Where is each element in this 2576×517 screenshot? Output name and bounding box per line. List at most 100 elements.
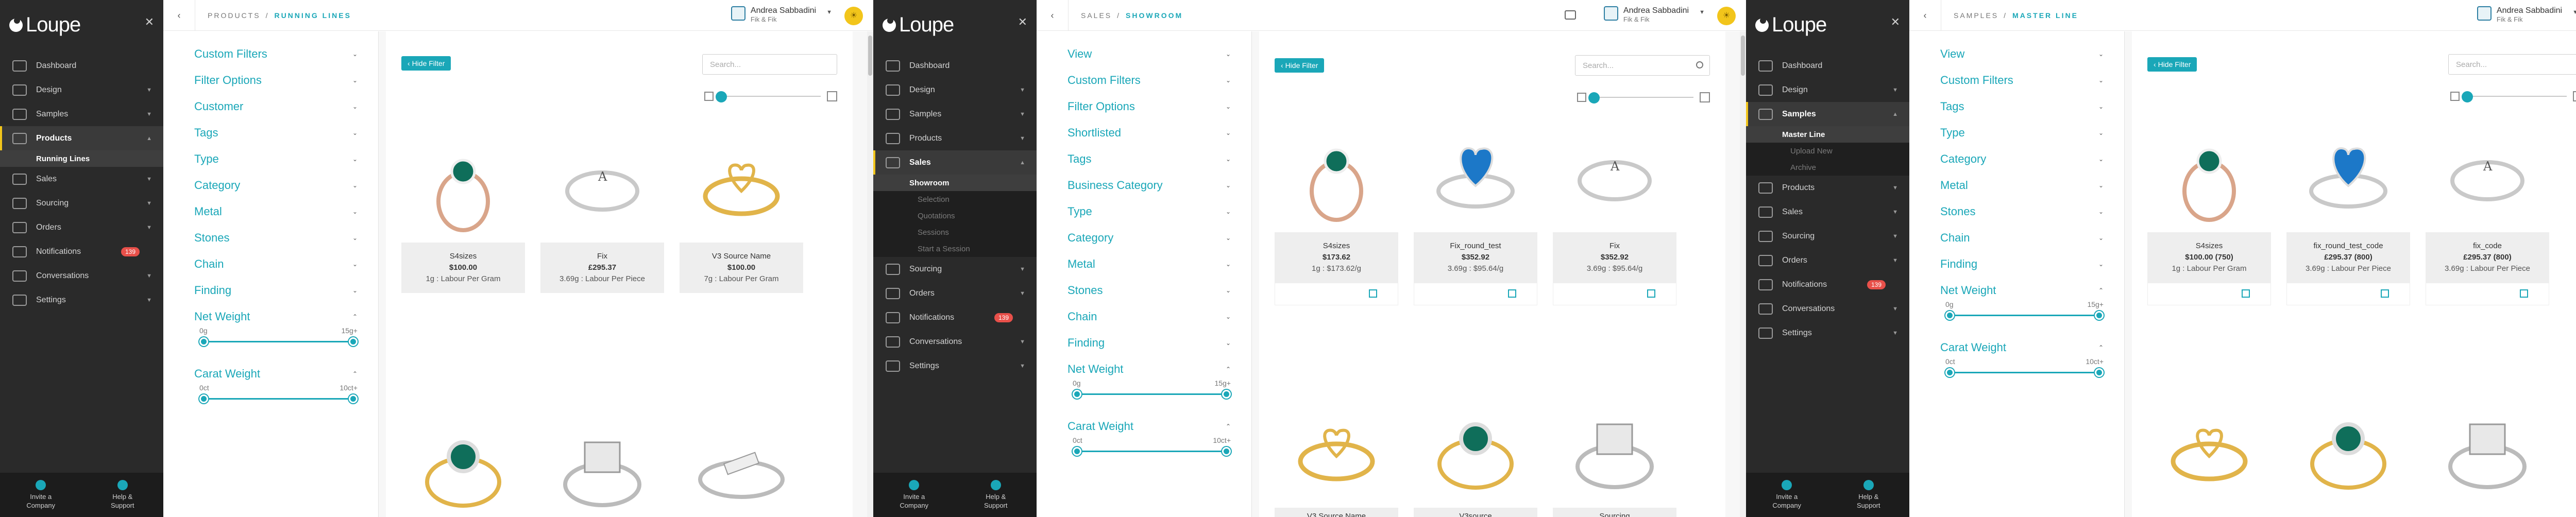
filter-stones[interactable]: Stones ⌄ [1067, 277, 1251, 303]
filter-net-weight[interactable]: Net Weight ⌃ [1067, 356, 1251, 382]
filter-stones[interactable]: Stones ⌄ [1940, 198, 2124, 225]
product-card[interactable] [540, 412, 664, 517]
zoom-slider[interactable] [1577, 92, 1710, 104]
breadcrumb-root[interactable]: SALES [1081, 11, 1112, 20]
grid-view-icon[interactable] [2573, 91, 2576, 101]
slider-max-handle[interactable] [2095, 368, 2104, 377]
zoom-handle[interactable] [716, 91, 727, 102]
filter-tags[interactable]: Tags ⌄ [1067, 146, 1251, 172]
scrollbar-thumb[interactable] [1741, 36, 1745, 76]
net-weight-slider[interactable]: 0g 15g+ [199, 326, 358, 350]
close-icon[interactable]: ✕ [1891, 15, 1900, 29]
shortlist-checkbox[interactable] [1508, 289, 1516, 298]
filter-custom-filters[interactable]: Custom Filters ⌄ [194, 41, 378, 67]
filter-view[interactable]: View ⌄ [1940, 41, 2124, 67]
sidebar-item-conversations[interactable]: Conversations ▼ [1746, 297, 1909, 321]
slider-max-handle[interactable] [2095, 311, 2104, 320]
select-checkbox[interactable] [2381, 289, 2389, 298]
breadcrumb-root[interactable]: PRODUCTS [208, 11, 261, 20]
search-input[interactable]: Search... [2448, 54, 2576, 75]
filter-tags[interactable]: Tags ⌄ [1940, 93, 2124, 119]
filter-net-weight[interactable]: Net Weight ⌃ [194, 303, 378, 330]
sidebar-item-notifications[interactable]: Notifications 139 [1746, 272, 1909, 297]
filter-metal[interactable]: Metal ⌄ [194, 198, 378, 225]
filter-type[interactable]: Type ⌄ [1940, 119, 2124, 146]
back-arrow-icon[interactable]: ‹ [163, 0, 195, 31]
product-card[interactable] [2147, 394, 2271, 508]
sidebar-item-products[interactable]: Products ▲ [0, 126, 163, 150]
close-icon[interactable]: ✕ [145, 15, 154, 29]
product-card[interactable] [680, 412, 803, 517]
product-card[interactable]: Sourcing [1553, 394, 1676, 517]
product-card[interactable]: S4sizes $173.62 1g : $173.62/g [1275, 119, 1398, 305]
filter-carat-weight[interactable]: Carat Weight ⌃ [1940, 334, 2124, 360]
slider-min-handle[interactable] [1073, 447, 1081, 456]
slider-min-handle[interactable] [199, 337, 208, 346]
net-weight-slider[interactable]: 0g 15g+ [1945, 300, 2104, 324]
product-card[interactable]: A fix_code £295.37 (800) 3.69g : Labour Pe… [2426, 119, 2549, 305]
back-arrow-icon[interactable]: ‹ [1037, 0, 1069, 31]
sidebar-item-conversations[interactable]: Conversations ▼ [0, 264, 163, 288]
back-arrow-icon[interactable]: ‹ [1909, 0, 1941, 31]
filter-stones[interactable]: Stones ⌄ [194, 225, 378, 251]
sidebar-item-samples[interactable]: Samples ▼ [0, 102, 163, 126]
product-card[interactable]: V3 Source Name [1275, 394, 1398, 517]
filter-tags[interactable]: Tags ⌄ [194, 119, 378, 146]
sidebar-item-notifications[interactable]: Notifications 139 [873, 305, 1037, 330]
sidebar-subitem-sessions[interactable]: Sessions [873, 224, 1037, 240]
sidebar-item-sourcing[interactable]: Sourcing ▼ [1746, 224, 1909, 248]
zoom-slider[interactable] [704, 91, 837, 102]
logo[interactable]: Loupe [9, 13, 81, 37]
sidebar-item-design[interactable]: Design ▼ [0, 78, 163, 102]
product-card[interactable] [2286, 394, 2410, 508]
zoom-slider[interactable] [2450, 91, 2576, 102]
scrollbar[interactable] [867, 31, 873, 517]
invite-company-button[interactable]: Invite a Company [873, 473, 955, 517]
product-card[interactable]: V3source [1414, 394, 1537, 517]
product-card[interactable]: fix_round_test_code £295.37 (800) 3.69g : … [2286, 119, 2410, 305]
filter-chain[interactable]: Chain ⌄ [1067, 303, 1251, 330]
product-card[interactable]: V3 Source Name $100.00 7g : Labour Per Gra… [680, 129, 803, 293]
net-weight-slider[interactable]: 0g 15g+ [1073, 379, 1231, 403]
sidebar-item-orders[interactable]: Orders ▼ [873, 281, 1037, 305]
sidebar-item-conversations[interactable]: Conversations ▼ [873, 330, 1037, 354]
user-menu[interactable]: Andrea Sabbadini Fik & Fik ▼ [731, 6, 832, 23]
help-support-button[interactable]: Help & Support [1828, 473, 1910, 517]
slider-min-handle[interactable] [1945, 311, 1954, 320]
hide-filter-button[interactable]: ‹ Hide Filter [2147, 57, 2197, 72]
invite-company-button[interactable]: Invite a Company [1746, 473, 1828, 517]
sidebar-subitem-selection[interactable]: Selection [873, 191, 1037, 208]
sidebar-subitem-showroom[interactable]: Showroom [873, 175, 1037, 191]
sidebar-item-sourcing[interactable]: Sourcing ▼ [0, 191, 163, 215]
scrollbar-thumb[interactable] [868, 36, 872, 76]
sidebar-item-samples[interactable]: Samples ▼ [873, 102, 1037, 126]
slider-min-handle[interactable] [1073, 390, 1081, 399]
sidebar-subitem-start-session[interactable]: Start a Session [873, 240, 1037, 257]
filter-category[interactable]: Category ⌄ [1067, 225, 1251, 251]
shortlist-checkbox[interactable] [1647, 289, 1655, 298]
lightbulb-icon[interactable]: ☀ [1717, 7, 1736, 25]
small-view-icon[interactable] [704, 92, 714, 101]
filter-carat-weight[interactable]: Carat Weight ⌃ [194, 360, 378, 387]
close-icon[interactable]: ✕ [1018, 15, 1027, 29]
zoom-handle[interactable] [1588, 92, 1600, 104]
sidebar-subitem-archive[interactable]: Archive [1746, 159, 1909, 176]
slider-max-handle[interactable] [1222, 447, 1231, 456]
small-view-icon[interactable] [1577, 93, 1586, 102]
zoom-handle[interactable] [2462, 91, 2473, 102]
slider-max-handle[interactable] [349, 337, 358, 346]
select-checkbox[interactable] [2242, 289, 2250, 298]
product-card[interactable]: Fix_round_test $352.92 3.69g : $95.64/g [1414, 119, 1537, 305]
slider-max-handle[interactable] [1222, 390, 1231, 399]
filter-shortlisted[interactable]: Shortlisted ⌄ [1067, 119, 1251, 146]
sidebar-item-orders[interactable]: Orders ▼ [0, 215, 163, 239]
filter-custom-filters[interactable]: Custom Filters ⌄ [1067, 67, 1251, 93]
filter-category[interactable]: Category ⌄ [1940, 146, 2124, 172]
sidebar-item-dashboard[interactable]: Dashboard [0, 54, 163, 78]
breadcrumb-root[interactable]: SAMPLES [1954, 11, 1998, 20]
slider-min-handle[interactable] [1945, 368, 1954, 377]
lightbulb-icon[interactable]: ☀ [844, 7, 863, 25]
logo[interactable]: Loupe [1755, 13, 1827, 37]
showroom-icon[interactable] [1565, 10, 1576, 20]
sidebar-item-dashboard[interactable]: Dashboard [1746, 54, 1909, 78]
